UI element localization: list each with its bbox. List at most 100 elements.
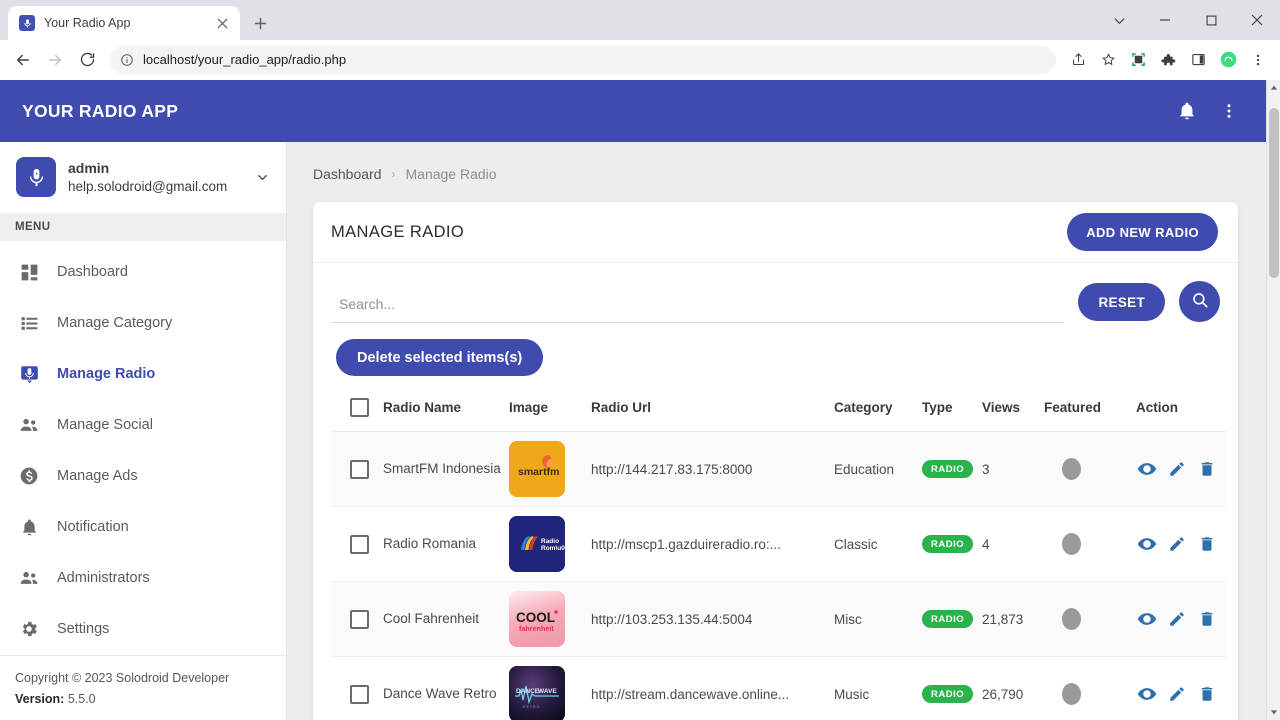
tab-close-icon[interactable] [213, 14, 231, 32]
header-radio-url[interactable]: Radio Url [591, 392, 834, 432]
forward-button[interactable] [40, 45, 70, 75]
featured-toggle[interactable] [1062, 533, 1081, 555]
trash-icon[interactable] [1196, 458, 1218, 480]
search-input[interactable] [331, 289, 1065, 323]
status-badge: RADIO [922, 460, 974, 478]
sidebar-item-settings[interactable]: Settings [0, 604, 286, 655]
cell-featured [1044, 581, 1136, 657]
reload-button[interactable] [72, 45, 102, 75]
delete-selected-items-button[interactable]: Delete selected items(s) [336, 339, 544, 376]
row-actions [1136, 683, 1226, 705]
window-minimize-button[interactable] [1142, 4, 1188, 36]
site-info-icon [121, 53, 133, 66]
sidebar-profile-text: admin help.solodroid@gmail.com [68, 159, 240, 196]
window-dropdown-icon[interactable] [1096, 4, 1142, 36]
trash-icon[interactable] [1196, 608, 1218, 630]
extensions-puzzle-icon[interactable] [1154, 46, 1182, 74]
dashboard-grid-icon [18, 261, 40, 283]
tab-title: Your Radio App [44, 16, 131, 30]
share-icon[interactable] [1064, 46, 1092, 74]
search-button[interactable] [1179, 281, 1220, 322]
header-image[interactable]: Image [509, 392, 591, 432]
search-row: RESET [331, 281, 1220, 323]
eye-icon[interactable] [1136, 608, 1158, 630]
header-featured[interactable]: Featured [1044, 392, 1136, 432]
row-actions [1136, 533, 1226, 555]
sidebar-item-administrators[interactable]: Administrators [0, 553, 286, 604]
table-row: Radio Romania Radio Rom\u0 http://mscp1.… [331, 506, 1226, 582]
row-checkbox[interactable] [350, 459, 369, 479]
pencil-icon[interactable] [1166, 683, 1188, 705]
sidebar-item-label: Notification [57, 519, 129, 535]
window-maximize-button[interactable] [1188, 4, 1234, 36]
scroll-up-arrow-icon[interactable] [1267, 80, 1280, 96]
sidebar: admin help.solodroid@gmail.com MENU Dash… [0, 142, 287, 720]
version-text: Version: 5.5.0 [15, 689, 286, 710]
header-type[interactable]: Type [922, 392, 982, 432]
back-button[interactable] [8, 45, 38, 75]
eye-icon[interactable] [1136, 458, 1158, 480]
sidebar-item-manage-ads[interactable]: Manage Ads [0, 451, 286, 502]
cell-type: RADIO [922, 656, 982, 720]
window-close-button[interactable] [1234, 4, 1280, 36]
capture-region-icon[interactable] [1124, 46, 1152, 74]
svg-text:Rom\u00e2nia: Rom\u00e2nia [541, 545, 565, 552]
profile-avatar-icon[interactable] [1214, 46, 1242, 74]
pencil-icon[interactable] [1166, 458, 1188, 480]
address-bar[interactable]: localhost/your_radio_app/radio.php [110, 45, 1056, 74]
sidebar-profile[interactable]: admin help.solodroid@gmail.com [0, 142, 286, 213]
sidebar-menu: Dashboard Manage Category Manage Radio M… [0, 241, 286, 655]
sidebar-item-manage-category[interactable]: Manage Category [0, 298, 286, 349]
reset-button[interactable]: RESET [1078, 283, 1165, 321]
eye-icon[interactable] [1136, 533, 1158, 555]
pencil-icon[interactable] [1166, 608, 1188, 630]
radio-thumbnail: DANCE WAVE R E T R O [509, 666, 565, 720]
sidebar-profile-name: admin [68, 159, 110, 176]
trash-icon[interactable] [1196, 533, 1218, 555]
sidebar-item-manage-social[interactable]: Manage Social [0, 400, 286, 451]
browser-menu-icon[interactable] [1244, 46, 1272, 74]
sidebar-item-label: Settings [57, 621, 110, 637]
app-header-actions [1170, 94, 1266, 128]
trash-icon[interactable] [1196, 683, 1218, 705]
sidebar-item-notification[interactable]: Notification [0, 502, 286, 553]
header-category[interactable]: Category [834, 392, 922, 432]
page-scrollbar[interactable] [1266, 80, 1280, 720]
featured-toggle[interactable] [1062, 608, 1081, 630]
svg-text:fahrenheit: fahrenheit [519, 624, 554, 633]
more-vertical-icon[interactable] [1212, 94, 1246, 128]
cell-radio-name: Dance Wave Retro [383, 656, 509, 720]
row-checkbox[interactable] [350, 534, 369, 554]
sidebar-item-dashboard[interactable]: Dashboard [0, 247, 286, 298]
cell-radio-url: http://stream.dancewave.online... [591, 656, 834, 720]
radio-thumbnail: COOL fahrenheit [509, 591, 565, 647]
sidebar-item-manage-radio[interactable]: Manage Radio [0, 349, 286, 400]
sidebar-profile-email: help.solodroid@gmail.com [68, 178, 228, 194]
cell-image: Radio Rom\u00e2nia [509, 506, 591, 582]
cell-image: smartfm [509, 431, 591, 507]
featured-toggle[interactable] [1062, 683, 1081, 705]
eye-icon[interactable] [1136, 683, 1158, 705]
browser-tab[interactable]: Your Radio App [8, 6, 240, 40]
bookmark-star-icon[interactable] [1094, 46, 1122, 74]
header-radio-name[interactable]: Radio Name [383, 392, 509, 432]
cell-views: 4 [982, 506, 1044, 582]
row-checkbox[interactable] [350, 684, 369, 704]
row-checkbox[interactable] [350, 609, 369, 629]
bell-icon[interactable] [1170, 94, 1204, 128]
add-new-radio-button[interactable]: ADD NEW RADIO [1067, 213, 1218, 251]
scroll-down-arrow-icon[interactable] [1267, 704, 1280, 720]
scrollbar-thumb[interactable] [1269, 108, 1279, 278]
page-title: MANAGE RADIO [331, 222, 465, 241]
chevron-down-icon[interactable] [252, 170, 272, 185]
new-tab-button[interactable] [246, 9, 274, 37]
cell-featured [1044, 431, 1136, 507]
featured-toggle[interactable] [1062, 458, 1081, 480]
pencil-icon[interactable] [1166, 533, 1188, 555]
breadcrumb-dashboard-link[interactable]: Dashboard [313, 166, 382, 182]
header-views[interactable]: Views [982, 392, 1044, 432]
side-panel-icon[interactable] [1184, 46, 1212, 74]
select-all-checkbox[interactable] [350, 398, 369, 417]
cell-featured [1044, 506, 1136, 582]
card-body: RESET Delete selected items(s) [313, 263, 1238, 720]
